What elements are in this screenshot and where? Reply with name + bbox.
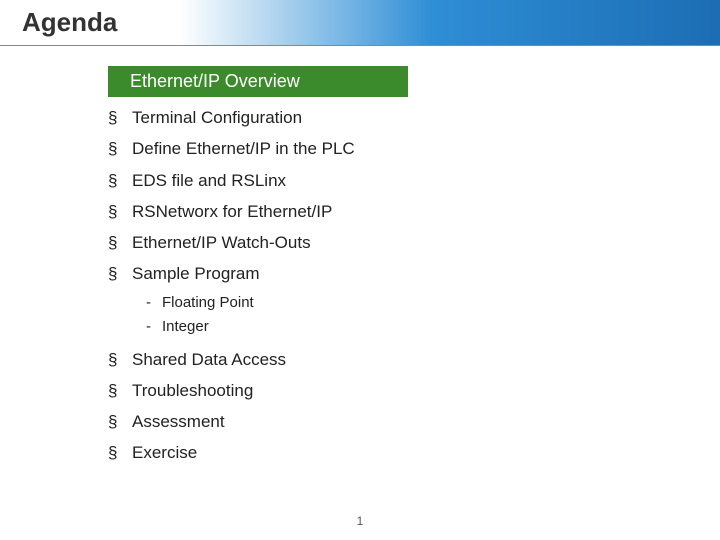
agenda-subitem: Integer (132, 315, 588, 339)
slide-title: Agenda (22, 7, 117, 38)
agenda-item: Assessment (108, 411, 588, 432)
agenda-item-label: EDS file and RSLinx (132, 171, 286, 190)
agenda-item: Sample Program Floating Point Integer (108, 263, 588, 338)
agenda-item-label: Assessment (132, 412, 225, 431)
agenda-item-label: Sample Program (132, 264, 260, 283)
agenda-item-label: Ethernet/IP Watch-Outs (132, 233, 311, 252)
agenda-item: Troubleshooting (108, 380, 588, 401)
agenda-content: Ethernet/IP Overview Terminal Configurat… (108, 66, 588, 474)
agenda-list: Terminal Configuration Define Ethernet/I… (108, 107, 588, 464)
agenda-sublist: Floating Point Integer (132, 291, 588, 339)
agenda-item: EDS file and RSLinx (108, 170, 588, 191)
agenda-item: Shared Data Access (108, 349, 588, 370)
agenda-item-label: Terminal Configuration (132, 108, 302, 127)
agenda-item: Define Ethernet/IP in the PLC (108, 138, 588, 159)
highlighted-item: Ethernet/IP Overview (108, 66, 408, 97)
agenda-item: RSNetworx for Ethernet/IP (108, 201, 588, 222)
agenda-item: Exercise (108, 442, 588, 463)
agenda-item-label: Define Ethernet/IP in the PLC (132, 139, 355, 158)
agenda-item-label: Shared Data Access (132, 350, 286, 369)
agenda-item: Ethernet/IP Watch-Outs (108, 232, 588, 253)
title-bar: Agenda (0, 0, 720, 46)
agenda-subitem: Floating Point (132, 291, 588, 315)
page-number: 1 (0, 514, 720, 528)
agenda-item-label: Exercise (132, 443, 197, 462)
agenda-item-label: RSNetworx for Ethernet/IP (132, 202, 332, 221)
agenda-item-label: Troubleshooting (132, 381, 253, 400)
agenda-item: Terminal Configuration (108, 107, 588, 128)
